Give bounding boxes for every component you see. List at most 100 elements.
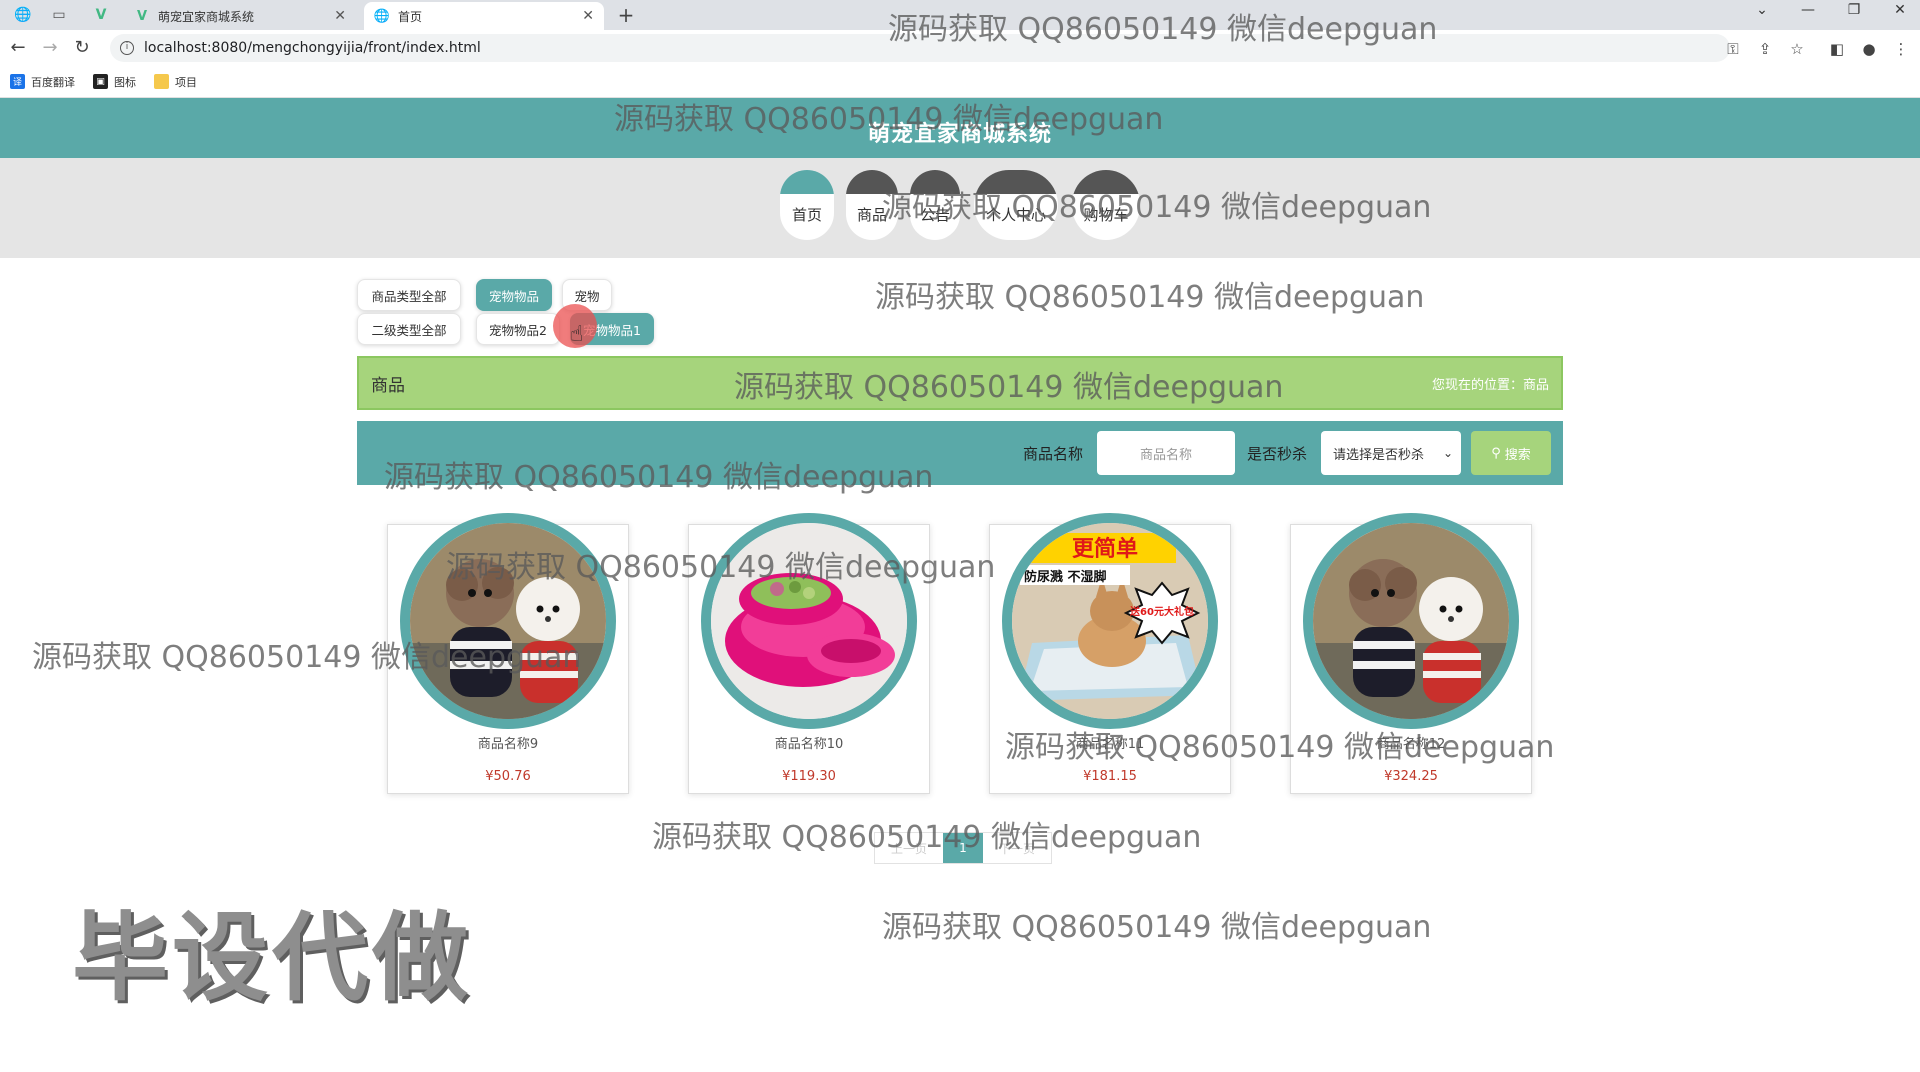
prev-page-button[interactable]: 上一页 (875, 833, 943, 863)
profile-avatar-icon[interactable]: ● (1858, 38, 1880, 60)
product-price: ¥50.76 (485, 769, 531, 784)
nav-label-products: 商品 (856, 206, 887, 224)
product-card[interactable]: 商品名称12 ¥324.25 (1290, 513, 1532, 794)
vue-icon: V (136, 8, 148, 24)
breadcrumb: 您现在的位置：商品 (1431, 377, 1549, 393)
page-1-button[interactable]: 1 (943, 833, 983, 863)
nav-item-home[interactable]: 首页 (780, 170, 834, 240)
back-arrow-icon[interactable]: ← (6, 36, 30, 60)
product-name: 商品名称12 (1376, 737, 1446, 752)
nav-item-profile[interactable]: 个人中心 (974, 170, 1058, 240)
filter-type-all[interactable]: 商品类型全部 (357, 279, 461, 311)
key-icon[interactable]: ⚿ (1722, 38, 1744, 60)
folder-icon (154, 74, 169, 89)
chevron-down-icon: ⌄ (1442, 446, 1453, 460)
bookmark-baidu-translate[interactable]: 译 百度翻译 (10, 74, 75, 90)
tab-search-chevron-icon[interactable]: ⌄ (1750, 2, 1774, 18)
product-card[interactable]: 更简单 防尿溅 不湿脚 送60元大礼包 商品名称11 ¥181.15 (989, 513, 1231, 794)
nav-item-products[interactable]: 商品 (846, 170, 898, 240)
browser-tab-1[interactable]: V 萌宠宜家商城系统 ✕ (124, 2, 356, 30)
nav-label-profile: 个人中心 (985, 206, 1046, 224)
search-button[interactable]: ⚲ 搜索 (1471, 431, 1551, 475)
product-card[interactable]: 商品名称10 ¥119.30 (688, 513, 930, 794)
filter-subtype-all[interactable]: 二级类型全部 (357, 313, 461, 345)
side-panel-icon[interactable]: ◧ (1826, 38, 1848, 60)
tab-favicon-vue-icon[interactable]: V (88, 4, 114, 26)
product-image[interactable] (1303, 513, 1519, 729)
site-title: 萌宠宜家商城系统 (867, 122, 1052, 147)
browser-tab-2[interactable]: 🌐 首页 ✕ (364, 2, 604, 30)
product-image[interactable]: 更简单 防尿溅 不湿脚 送60元大礼包 (1002, 513, 1218, 729)
site-info-icon[interactable]: i (120, 41, 134, 55)
globe-icon: 🌐 (373, 8, 391, 24)
bookmark-label: 图标 (114, 75, 136, 89)
address-bar-row: ← → ↻ i localhost:8080/mengchongyijia/fr… (0, 30, 1920, 66)
restore-icon[interactable]: ❐ (1842, 2, 1866, 18)
product-image[interactable] (701, 513, 917, 729)
nav-label-home: 首页 (791, 206, 822, 224)
page-title: 商品 (371, 375, 405, 396)
filter-type-pet-supplies[interactable]: 宠物物品 (476, 279, 552, 311)
nav-label-notices: 公告 (919, 206, 950, 224)
filter-subtype-pet-supplies-2[interactable]: 宠物物品2 (476, 313, 560, 345)
site-header: 萌宠宜家商城系统 (0, 98, 1920, 158)
pagination: 上一页 1 下一页 (874, 832, 1052, 864)
nav-cap (1072, 170, 1140, 194)
search-bar: 商品名称 商品名称 是否秒杀 请选择是否秒杀 ⌄ ⚲ 搜索 (357, 421, 1563, 485)
product-image[interactable] (400, 513, 616, 729)
tab-close-icon[interactable]: ✕ (582, 8, 594, 24)
tab-favicon-globe-icon[interactable]: 🌐 (10, 4, 36, 26)
main-nav: 首页 商品 公告 个人中心 购物车 (0, 158, 1920, 258)
pee-tray-photo: 更简单 防尿溅 不湿脚 送60元大礼包 (1012, 523, 1208, 719)
nav-label-cart: 购物车 (1083, 206, 1129, 224)
nav-item-cart[interactable]: 购物车 (1072, 170, 1140, 240)
nav-cap (780, 170, 834, 194)
tab-close-icon[interactable]: ✕ (334, 8, 346, 24)
tab-favicon-page-icon[interactable]: ▭ (46, 4, 72, 26)
forward-arrow-icon[interactable]: → (38, 36, 62, 60)
browser-tab-bar: 🌐 ▭ V V 萌宠宜家商城系统 ✕ 🌐 首页 ✕ + ⌄ — ❐ ✕ (0, 0, 1920, 30)
search-icon: ⚲ (1491, 445, 1501, 461)
nav-cap (974, 170, 1058, 194)
minimize-icon[interactable]: — (1796, 2, 1820, 18)
url-text: localhost:8080/mengchongyijia/front/inde… (144, 40, 481, 56)
pink-bowl-photo (711, 523, 907, 719)
nav-item-notices[interactable]: 公告 (910, 170, 960, 240)
bookmark-star-icon[interactable]: ☆ (1786, 38, 1808, 60)
name-label: 商品名称 (1023, 445, 1084, 463)
hand-cursor-icon: ☝ (570, 322, 584, 347)
url-field[interactable]: i localhost:8080/mengchongyijia/front/in… (110, 34, 1730, 62)
close-window-icon[interactable]: ✕ (1888, 2, 1912, 18)
watermark-logo-text: 毕设代做 (72, 902, 472, 1014)
bookmark-label: 百度翻译 (31, 75, 75, 89)
product-price: ¥181.15 (1083, 769, 1137, 784)
menu-kebab-icon[interactable]: ⋮ (1890, 38, 1912, 60)
bookmark-label: 项目 (175, 75, 197, 89)
browser-tab-2-title: 首页 (398, 9, 423, 24)
watermark-text: 源码获取 QQ86050149 微信deepguan (882, 910, 1432, 945)
promo-line-2: 防尿溅 不湿脚 (1024, 569, 1107, 585)
bookmark-project[interactable]: 项目 (154, 74, 197, 90)
product-name: 商品名称9 (477, 737, 539, 752)
share-icon[interactable]: ⇪ (1754, 38, 1776, 60)
dogs-photo (1313, 523, 1509, 719)
promo-badge: 送60元大礼包 (1129, 605, 1194, 618)
product-name: 商品名称10 (774, 737, 844, 752)
product-name-input[interactable]: 商品名称 (1097, 431, 1235, 475)
watermark-text: 源码获取 QQ86050149 微信deepguan (875, 280, 1425, 315)
next-page-button[interactable]: 下一页 (983, 833, 1051, 863)
seckill-select[interactable]: 请选择是否秒杀 ⌄ (1321, 431, 1461, 475)
reload-icon[interactable]: ↻ (70, 36, 94, 60)
breadcrumb-bar: 商品 您现在的位置：商品 (357, 356, 1563, 410)
bookmark-icons[interactable]: ▣ 图标 (93, 74, 136, 90)
nav-cap (910, 170, 960, 194)
browser-tab-1-title: 萌宠宜家商城系统 (158, 9, 255, 24)
product-name: 商品名称11 (1075, 737, 1145, 752)
product-price: ¥119.30 (782, 769, 836, 784)
new-tab-button[interactable]: + (614, 3, 638, 27)
nav-cap (846, 170, 898, 194)
product-card[interactable]: 商品名称9 ¥50.76 (387, 513, 629, 794)
promo-line-1: 更简单 (1072, 536, 1138, 562)
product-price: ¥324.25 (1384, 769, 1438, 784)
dogs-photo (410, 523, 606, 719)
